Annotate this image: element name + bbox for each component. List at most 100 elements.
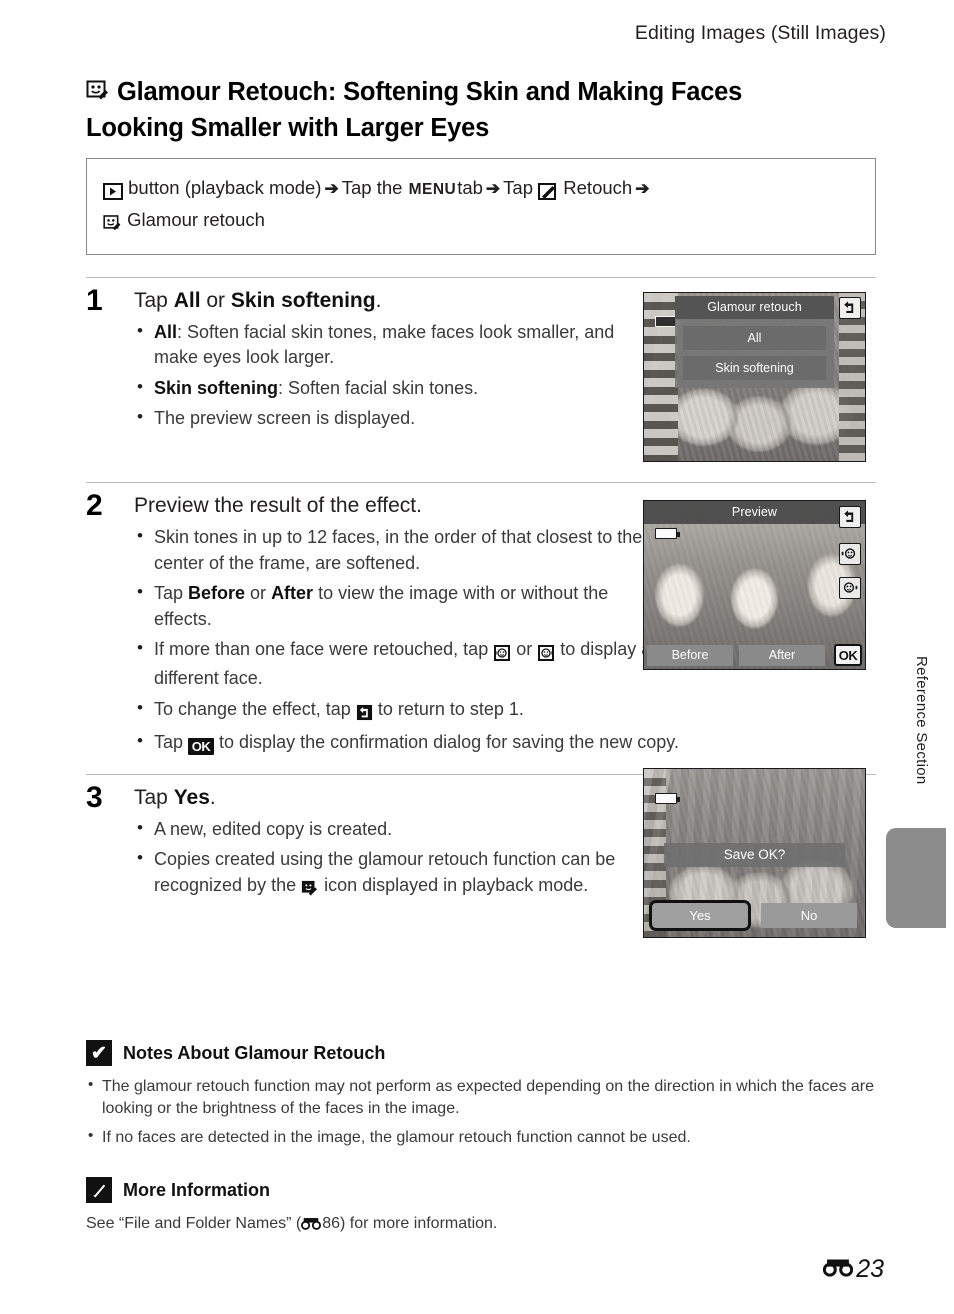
notes-heading: ✔ Notes About Glamour Retouch (86, 1040, 886, 1066)
screen-title: Preview (644, 501, 865, 524)
list-item: All: Soften facial skin tones, make face… (134, 319, 654, 371)
bullet-text-b: or (511, 639, 538, 660)
bullet-bold-before: Before (188, 583, 246, 604)
page-title: Glamour Retouch: Softening Skin and Maki… (86, 76, 846, 144)
more-info-text-a: See “File and Folder Names” ( (86, 1215, 302, 1233)
breadcrumb-text-2: Tap the (341, 177, 403, 199)
step-2-body: Skin tones in up to 12 faces, in the ord… (134, 524, 679, 756)
step-1-heading-b2: Skin softening (230, 288, 376, 312)
check-badge-icon: ✔ (86, 1040, 112, 1066)
page-title-text: Glamour Retouch: Softening Skin and Maki… (86, 78, 743, 142)
no-button[interactable]: No (761, 903, 857, 928)
breadcrumb-text-1: button (playback mode) (128, 177, 322, 199)
bullet-text: The preview screen is displayed. (154, 408, 416, 429)
breadcrumb-text-4: Tap (503, 177, 533, 199)
face-prev-icon (493, 640, 511, 666)
back-icon (356, 700, 373, 726)
playback-button-icon (103, 177, 123, 206)
back-button[interactable] (839, 297, 861, 319)
bullet-text-a: Tap (154, 583, 189, 604)
step-3-heading-c: . (209, 785, 216, 809)
list-item: Copies created using the glamour retouch… (134, 846, 654, 902)
page-number: 23 (856, 1255, 884, 1283)
step-1-heading-d: . (375, 288, 382, 312)
step-1-heading-a: Tap (134, 288, 174, 312)
preview-bottom-bar: Before After (644, 645, 865, 667)
yes-button[interactable]: Yes (649, 900, 751, 931)
bullet-text-b: to display the confirmation dialog for s… (214, 732, 679, 753)
save-dialog-title: Save OK? (664, 843, 845, 867)
step-1-number: 1 (86, 283, 103, 317)
section-tab (886, 828, 946, 928)
photo-texture (644, 501, 865, 669)
bullet-bold: Skin softening (154, 377, 279, 398)
retouch-icon (538, 177, 558, 206)
list-item: To change the effect, tap to return to s… (134, 696, 734, 726)
face-prev-button[interactable] (839, 543, 861, 565)
battery-icon (655, 528, 680, 539)
ok-icon: OK (188, 738, 215, 756)
bullet-text-b: icon displayed in playback mode. (319, 875, 589, 895)
divider (86, 482, 876, 484)
menu-item-all[interactable]: All (683, 326, 826, 350)
face-next-button[interactable] (839, 577, 861, 599)
glamour-retouch-icon (86, 79, 110, 112)
section-tab-label: Reference Section (913, 656, 930, 785)
step-2-number: 2 (86, 489, 103, 523)
more-information-heading-text: More Information (123, 1179, 270, 1200)
after-button[interactable]: After (739, 645, 825, 666)
save-dialog-buttons: Yes No (649, 900, 857, 931)
back-button[interactable] (839, 506, 861, 528)
screenshot-preview: Preview Before After OK (643, 500, 866, 670)
pencil-badge-icon (86, 1177, 112, 1204)
more-info-text-b: ) for more information. (339, 1215, 498, 1233)
step-3-body: A new, edited copy is created. Copies cr… (134, 816, 654, 902)
divider (86, 276, 876, 278)
breadcrumb-line-2: Glamour retouch (103, 206, 859, 238)
bullet-text-a: If more than one face were retouched, ta… (154, 639, 494, 660)
breadcrumb-line-1: button (playback mode) ➔ Tap the MENUtab ➔ T… (103, 174, 859, 206)
more-information-text: See “File and Folder Names” ( 86) for mor… (86, 1213, 886, 1237)
screen-title: Glamour retouch (675, 296, 834, 319)
breadcrumb: button (playback mode) ➔ Tap the MENUtab ➔ T… (86, 158, 876, 255)
list-item: Skin tones in up to 12 faces, in the ord… (134, 524, 654, 576)
step-3-heading-a: Tap (134, 785, 174, 809)
bullet-bold-after: After (271, 583, 314, 604)
breadcrumb-arrow-3: ➔ (635, 179, 650, 199)
page-footer: 23 (823, 1255, 884, 1284)
bullet-text-b: or (245, 583, 272, 604)
ok-button[interactable]: OK (834, 644, 862, 666)
screenshot-glamour-retouch-menu: Glamour retouch All Skin softening (643, 292, 866, 462)
list-item: If no faces are detected in the image, t… (86, 1125, 886, 1149)
bullet-bold: All (154, 321, 178, 342)
running-header: Editing Images (Still Images) (634, 22, 886, 44)
glamour-retouch-playback-icon (301, 876, 319, 902)
breadcrumb-arrow-1: ➔ (324, 179, 339, 199)
more-info-ref-number: 86 (322, 1215, 340, 1233)
bullet-text: : Soften facial skin tones. (278, 377, 479, 398)
step-3-heading-b: Yes (173, 785, 210, 809)
bullet-text-b: to return to step 1. (372, 698, 524, 719)
glamour-retouch-icon-small (103, 209, 122, 238)
step-1-body: All: Soften facial skin tones, make face… (134, 319, 654, 432)
list-item: Tap OK to display the confirmation dialo… (134, 729, 754, 756)
before-button[interactable]: Before (647, 645, 733, 666)
list-item: The preview screen is displayed. (134, 406, 654, 432)
bullet-text-a: Tap (154, 732, 189, 753)
notes-heading-text: Notes About Glamour Retouch (123, 1042, 386, 1063)
section-mark-icon (823, 1255, 854, 1284)
step-1-heading-b1: All (173, 288, 201, 312)
list-item: The glamour retouch function may not per… (86, 1074, 886, 1121)
list-item: Skin softening: Soften facial skin tones… (134, 375, 654, 402)
step-3-number: 3 (86, 780, 103, 814)
menu-item-skin-softening[interactable]: Skin softening (683, 356, 826, 380)
face-next-icon (537, 640, 555, 666)
notes-section: ✔ Notes About Glamour Retouch The glamou… (86, 1040, 886, 1238)
reference-section-mark-icon (301, 1215, 322, 1237)
more-information-section: More Information See “File and Folder Na… (86, 1177, 886, 1237)
list-item: A new, edited copy is created. (134, 816, 654, 843)
bullet-text-a: To change the effect, tap (154, 698, 356, 719)
more-information-heading: More Information (86, 1177, 886, 1204)
battery-icon (655, 316, 680, 327)
bullet-text: Skin tones in up to 12 faces, in the ord… (154, 527, 643, 573)
